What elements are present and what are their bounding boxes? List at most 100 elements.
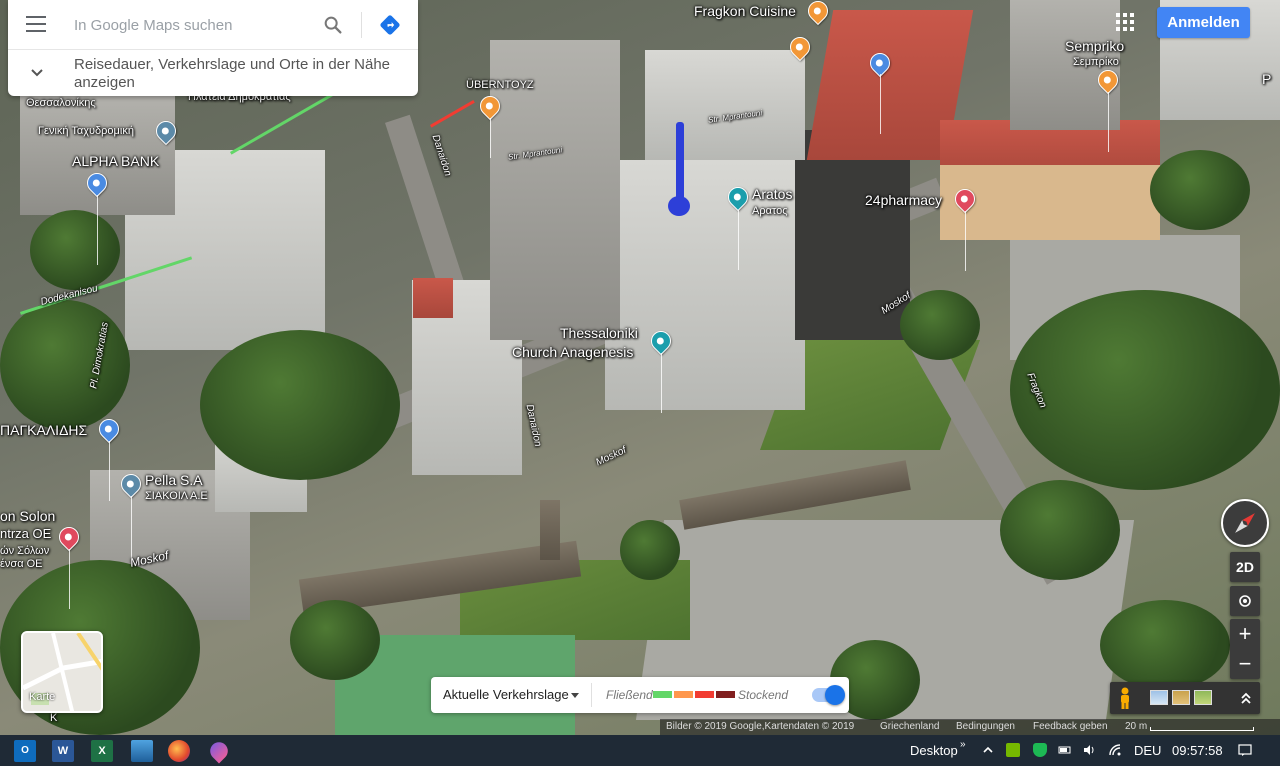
tray-expand-icon[interactable] <box>981 743 995 757</box>
compass-icon <box>1235 513 1255 533</box>
place-label-edge-k: K <box>50 712 58 724</box>
battery-icon[interactable] <box>1058 743 1072 757</box>
pin-stem <box>965 211 966 271</box>
nearby-text: Reisedauer, Verkehrslage und Orte in der… <box>74 56 391 91</box>
map-footer: Bilder © 2019 Google,Kartendaten © 2019 … <box>660 719 1280 735</box>
place-label-solon-1[interactable]: on Solon <box>0 508 55 524</box>
chevron-down-icon <box>31 69 43 77</box>
place-label-sempriko[interactable]: Sempriko <box>1065 38 1124 54</box>
tree <box>30 210 120 290</box>
search-divider <box>361 12 362 38</box>
place-label-solon-4[interactable]: ένσα ΟΕ <box>0 558 43 570</box>
nearby-expand-row[interactable]: Reisedauer, Verkehrslage und Orte in der… <box>8 50 418 96</box>
chevron-icon[interactable]: » <box>960 735 966 766</box>
footer-terms-link[interactable]: Bedingungen <box>956 719 1015 735</box>
pin-stem <box>661 353 662 413</box>
place-label-edge-p: P <box>1262 71 1272 87</box>
tree <box>1100 600 1230 690</box>
imagery-thumb-1[interactable] <box>1150 690 1168 705</box>
menu-button[interactable] <box>26 16 46 32</box>
pin-stem <box>97 195 98 265</box>
security-shield-icon[interactable] <box>1033 743 1047 757</box>
traffic-mode-select[interactable]: Aktuelle Verkehrslage <box>443 687 569 702</box>
directions-icon <box>380 15 400 35</box>
search-input[interactable] <box>74 14 314 36</box>
place-label-thessalonikis: Θεσσαλονίκης <box>26 97 96 109</box>
place-label-aratos[interactable]: Aratos <box>752 186 792 202</box>
notification-icon[interactable] <box>1238 743 1252 757</box>
pin-stem <box>1108 92 1109 152</box>
excel-icon[interactable]: X <box>91 740 113 762</box>
pin-stem <box>880 74 881 134</box>
pin-stem <box>69 549 70 609</box>
traffic-toggle[interactable] <box>812 685 845 705</box>
place-label-church-1[interactable]: Thessaloniki <box>560 325 638 341</box>
place-label-pagkalidis[interactable]: ΠΑΓΚΑΛΙΔΗΣ <box>0 422 87 438</box>
place-label-aratos-gr[interactable]: Αρατος <box>752 205 788 217</box>
pin-stem <box>109 441 110 501</box>
traffic-legend-darkred <box>716 691 735 698</box>
place-label-sempriko-gr[interactable]: Σεμπρίκο <box>1073 56 1119 68</box>
firefox-icon[interactable] <box>168 740 190 762</box>
traffic-legend-red <box>695 691 714 698</box>
map-type-switcher[interactable]: Karte <box>21 631 103 713</box>
dropped-pin-marker[interactable] <box>676 122 684 202</box>
map-canvas[interactable]: Fragkon Cuisine Sempriko Σεμπρίκο ÜBERNT… <box>0 0 1280 735</box>
outlook-icon[interactable]: O <box>14 740 36 762</box>
place-label-uberntoyz[interactable]: ÜBERNTOYZ <box>466 79 534 91</box>
pin-stem <box>738 210 739 270</box>
wifi-icon[interactable] <box>1108 743 1122 757</box>
place-label-pella-1[interactable]: Pella S.A <box>145 472 203 488</box>
maps-app-icon[interactable] <box>206 738 232 764</box>
directions-button[interactable] <box>380 15 400 35</box>
taskbar-desktop-label[interactable]: Desktop <box>910 735 958 766</box>
place-label-fragkon-cuisine[interactable]: Fragkon Cuisine <box>694 3 796 19</box>
caret-down-icon <box>571 693 579 698</box>
word-icon[interactable]: W <box>52 740 74 762</box>
traffic-panel: Aktuelle Verkehrslage Fließend Stockend <box>431 677 849 713</box>
tree <box>1000 480 1120 580</box>
footer-country[interactable]: Griechenland <box>880 719 939 735</box>
search-button[interactable] <box>322 14 344 36</box>
building-roof <box>413 278 453 318</box>
signin-button[interactable]: Anmelden <box>1157 7 1250 38</box>
place-label-solon-3[interactable]: ών Σόλων <box>0 545 49 557</box>
tree <box>200 330 400 480</box>
traffic-divider <box>591 683 592 707</box>
imagery-thumb-3[interactable] <box>1194 690 1212 705</box>
restaurant-pin-icon[interactable] <box>803 0 833 26</box>
traffic-legend-orange <box>674 691 693 698</box>
place-label-church-2[interactable]: Church Anagenesis <box>512 344 633 360</box>
nvidia-icon[interactable] <box>1006 743 1020 757</box>
pharmacy-pin-icon[interactable] <box>54 522 84 552</box>
clock[interactable]: 09:57:58 <box>1172 735 1223 766</box>
place-label-alpha-bank[interactable]: ALPHA BANK <box>72 153 159 169</box>
traffic-fast-label: Fließend <box>606 688 653 702</box>
apps-grid-button[interactable] <box>1116 13 1134 31</box>
place-label-geniki[interactable]: Γενική Ταχυδρομική <box>38 125 134 137</box>
imagery-thumb-2[interactable] <box>1172 690 1190 705</box>
footer-feedback-link[interactable]: Feedback geben <box>1033 719 1108 735</box>
footer-scale-label[interactable]: 20 m <box>1125 719 1147 735</box>
volume-icon[interactable] <box>1082 743 1096 757</box>
app-icon[interactable] <box>131 740 153 762</box>
language-indicator[interactable]: DEU <box>1134 735 1161 766</box>
place-label-pella-2[interactable]: ΣΙΑΚΟΙΛ Α.Ε <box>145 490 208 502</box>
place-label-solon-2[interactable]: ntrza OE <box>0 526 51 541</box>
hamburger-icon <box>26 16 46 18</box>
my-location-button[interactable] <box>1230 586 1260 616</box>
place-label-24pharmacy[interactable]: 24pharmacy <box>865 192 942 208</box>
zoom-out-button[interactable]: − <box>1230 649 1260 679</box>
tree <box>1010 290 1280 490</box>
search-icon <box>324 16 342 34</box>
pegman-icon[interactable] <box>1118 687 1132 709</box>
building <box>645 50 805 160</box>
zoom-control: + − <box>1230 619 1260 679</box>
traffic-line-red <box>430 100 475 128</box>
compass-button[interactable] <box>1221 499 1269 547</box>
footer-imagery-credit: Bilder © 2019 Google,Kartendaten © 2019 <box>666 721 855 732</box>
zoom-in-button[interactable]: + <box>1230 619 1260 649</box>
view-2d-button[interactable]: 2D <box>1230 552 1260 582</box>
tree <box>1150 150 1250 230</box>
tree <box>620 520 680 580</box>
